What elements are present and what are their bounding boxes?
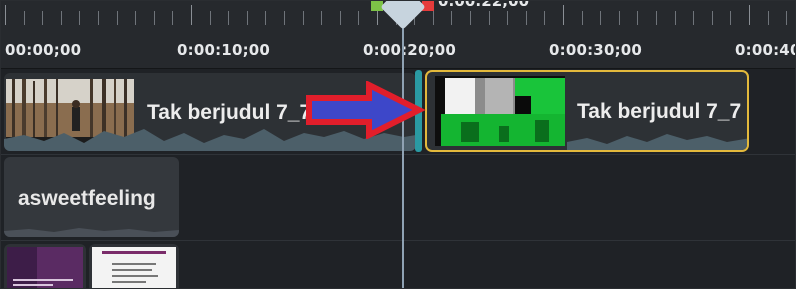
ruler-tick xyxy=(488,11,490,25)
ruler-tick xyxy=(730,11,732,25)
audio-waveform-right xyxy=(567,134,747,150)
slide-clip-1[interactable] xyxy=(4,244,86,288)
ruler-label-30: 0:00:30;00 xyxy=(549,41,643,59)
ruler-tick xyxy=(358,11,360,25)
ruler-tick xyxy=(637,11,639,25)
ruler-tick xyxy=(209,11,211,25)
ruler-tick xyxy=(79,11,81,25)
audio-clip-title: asweetfeeling xyxy=(18,187,156,210)
ruler-tick xyxy=(525,11,527,25)
ruler-tick xyxy=(228,11,230,25)
ruler-tick xyxy=(191,5,192,25)
ruler-tick xyxy=(42,11,44,25)
ruler-tick xyxy=(321,11,323,25)
ruler-tick xyxy=(581,11,583,25)
playhead-line[interactable] xyxy=(402,1,404,288)
video-clip-right-selected[interactable]: Tak berjudul 7_7 xyxy=(425,70,749,152)
ruler-tick xyxy=(507,11,509,25)
ruler-tick xyxy=(60,11,62,25)
audio-waveform-track2 xyxy=(4,228,179,237)
playhead-timecode: 0:00:22;00 xyxy=(438,0,530,10)
ruler-tick xyxy=(265,11,267,25)
ruler-tick xyxy=(284,11,285,25)
ruler-label-20: 0:00:20;00 xyxy=(363,41,457,59)
ruler-tick xyxy=(693,11,695,25)
ruler-tick xyxy=(786,11,788,25)
ruler-tick xyxy=(172,11,174,25)
ruler-label-10: 0:00:10;00 xyxy=(177,41,271,59)
white-slide-thumbnail xyxy=(92,247,176,288)
ruler-tick xyxy=(451,11,453,25)
ruler-tick xyxy=(470,11,471,25)
ruler-tick xyxy=(302,11,304,25)
ruler-tick xyxy=(656,11,657,25)
audio-clip[interactable]: asweetfeeling xyxy=(4,157,179,237)
ruler-tick xyxy=(246,11,248,25)
ruler-tick xyxy=(600,11,602,25)
ruler-tick xyxy=(135,11,137,25)
ruler-label-40: 0:00:40; xyxy=(735,41,795,59)
ruler-tick xyxy=(767,11,769,25)
ruler-tick xyxy=(98,11,99,25)
clip-right-title: Tak berjudul 7_7 xyxy=(577,100,742,123)
ruler-tick xyxy=(563,5,564,25)
ruler-tick xyxy=(618,11,620,25)
ruler-tick xyxy=(153,11,155,25)
purple-slide-thumbnail xyxy=(7,247,83,288)
slide-clip-2[interactable] xyxy=(89,244,179,288)
ruler-tick xyxy=(711,11,713,25)
ruler-tick xyxy=(23,11,25,25)
ruler-tick xyxy=(432,11,434,25)
timeline-panel: 00:00;00 0:00:10;00 0:00:20;00 0:00:30;0… xyxy=(0,0,796,289)
ruler-tick xyxy=(339,11,341,25)
ruler-tick xyxy=(674,11,676,25)
ruler-tick xyxy=(116,11,118,25)
ruler-label-0: 00:00;00 xyxy=(5,41,82,59)
ruler-tick xyxy=(5,5,6,25)
ruler-tick xyxy=(749,5,750,25)
annotation-arrow-icon xyxy=(306,81,426,139)
ruler-tick xyxy=(544,11,546,25)
